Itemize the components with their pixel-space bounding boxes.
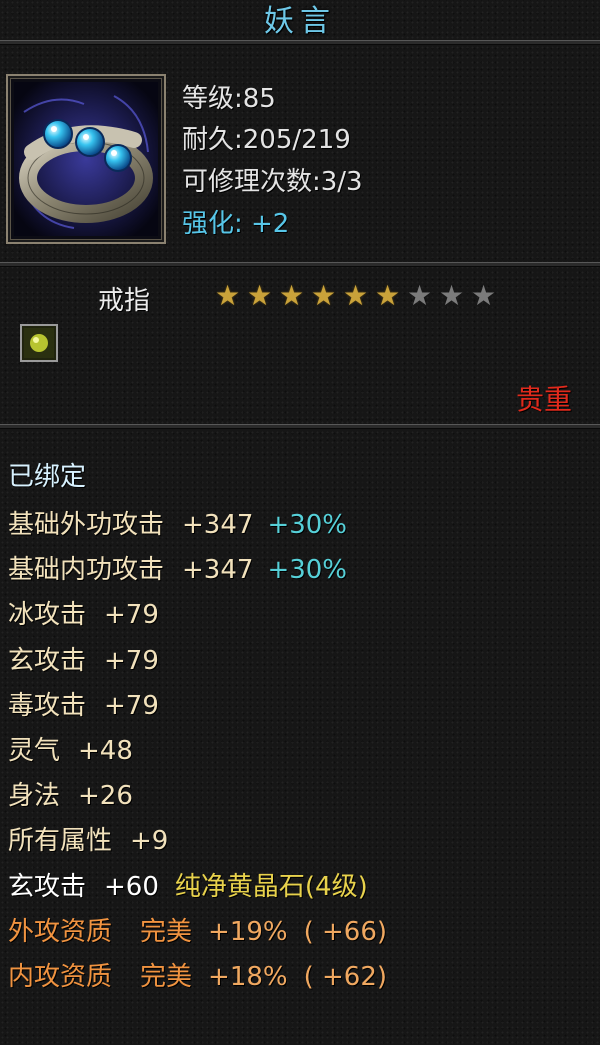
- quality-name: 外攻资质: [8, 917, 113, 947]
- star-icon: ★: [406, 279, 433, 312]
- quality-row: 内攻资质 完美 +18% ( +62): [8, 956, 387, 993]
- quality-name: 内攻资质: [8, 962, 113, 992]
- quality-row: 外攻资质 完美 +19% ( +66): [8, 911, 387, 948]
- item-level: 等级:85: [182, 84, 276, 114]
- quality-grade: 完美: [140, 917, 193, 947]
- star-icon: ★: [214, 279, 241, 312]
- item-title: 妖言: [264, 4, 336, 39]
- attr-name: 玄攻击: [8, 646, 87, 676]
- attr-row: 身法 +26: [8, 775, 133, 812]
- attr-name: 毒攻击: [8, 691, 87, 721]
- star-icon: ★: [470, 279, 497, 312]
- gem-attr-name: 玄攻击: [8, 872, 87, 902]
- attr-percent: +30%: [267, 510, 348, 540]
- attr-name: 基础外功攻击: [8, 510, 165, 540]
- rarity-label: 贵重: [515, 383, 572, 416]
- attr-row: 基础外功攻击 +347 +30%: [8, 504, 347, 541]
- item-type: 戒指: [98, 286, 151, 316]
- attr-row: 玄攻击 +79: [8, 640, 159, 677]
- divider-mid: [0, 262, 600, 267]
- attr-name: 身法: [8, 781, 61, 811]
- quality-bonus: ( +62): [303, 962, 388, 992]
- gem-attr-value: +60: [104, 872, 159, 902]
- attr-name: 基础内功攻击: [8, 555, 165, 585]
- attr-value: +347: [182, 510, 254, 540]
- quality-bonus: ( +66): [303, 917, 388, 947]
- divider-attrs: [0, 424, 600, 429]
- item-icon-frame: [6, 74, 166, 244]
- attr-value: +347: [182, 555, 254, 585]
- attr-row: 基础内功攻击 +347 +30%: [8, 549, 347, 586]
- attr-value: +48: [78, 736, 133, 766]
- star-icon: ★: [342, 279, 369, 312]
- divider-top: [0, 40, 600, 45]
- star-icon: ★: [246, 279, 273, 312]
- attr-value: +26: [78, 781, 133, 811]
- attr-value: +79: [104, 646, 159, 676]
- attr-row: 所有属性 +9: [8, 820, 168, 857]
- attr-row: 冰攻击 +79: [8, 594, 159, 631]
- quality-percent: +18%: [208, 962, 288, 992]
- bound-status: 已绑定: [8, 462, 87, 492]
- item-repair-count: 可修理次数:3/3: [182, 167, 363, 197]
- star-icon: ★: [374, 279, 401, 312]
- attr-row: 毒攻击 +79: [8, 685, 159, 722]
- attr-name: 所有属性: [8, 826, 113, 856]
- quality-percent: +19%: [208, 917, 288, 947]
- star-icon: ★: [310, 279, 337, 312]
- gem-socket[interactable]: [20, 324, 58, 362]
- yellow-gem-icon: [24, 328, 54, 358]
- star-icon: ★: [438, 279, 465, 312]
- attr-name: 冰攻击: [8, 600, 87, 630]
- attr-percent: +30%: [267, 555, 348, 585]
- attr-name: 灵气: [8, 736, 61, 766]
- attr-row: 灵气 +48: [8, 730, 133, 767]
- star-rating: ★ ★ ★ ★ ★ ★ ★ ★ ★: [212, 282, 499, 310]
- blue-gem-ring-icon: [14, 82, 158, 236]
- quality-grade: 完美: [140, 962, 193, 992]
- gem-name: 纯净黄晶石(4级): [174, 872, 368, 902]
- attr-value: +79: [104, 691, 159, 721]
- gem-attr-row: 玄攻击 +60 纯净黄晶石(4级): [8, 866, 368, 903]
- attr-value: +79: [104, 600, 159, 630]
- attr-value: +9: [130, 826, 169, 856]
- item-enhance: 强化: +2: [182, 209, 290, 239]
- item-durability: 耐久:205/219: [182, 125, 351, 155]
- star-icon: ★: [278, 279, 305, 312]
